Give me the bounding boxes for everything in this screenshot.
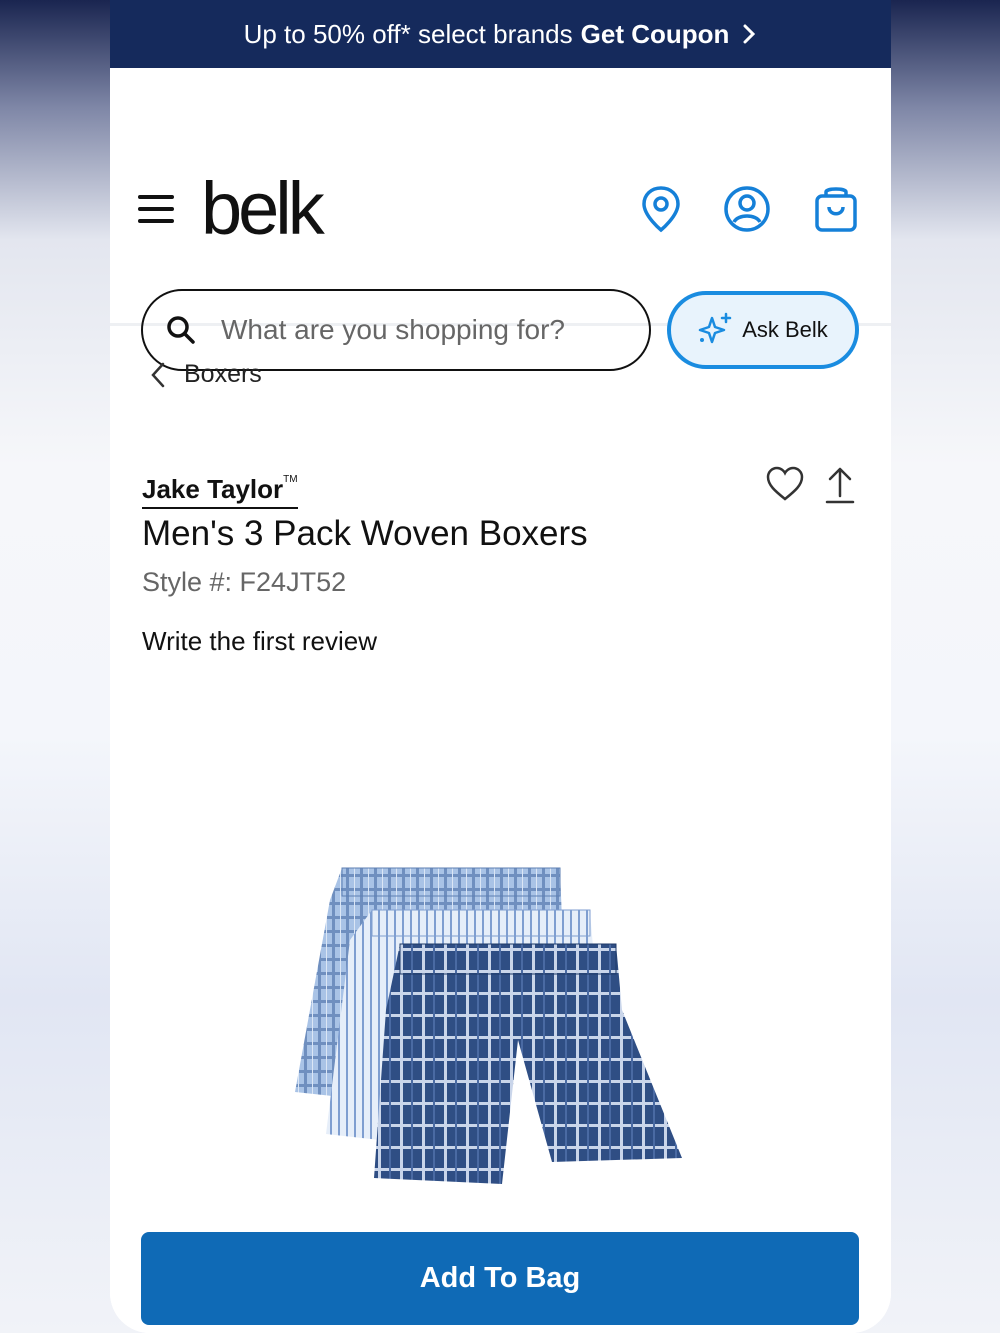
search-input[interactable] [221, 314, 621, 346]
menu-icon[interactable] [138, 195, 174, 225]
product-title: Men's 3 Pack Woven Boxers [142, 514, 588, 553]
promo-banner[interactable]: Up to 50% off* select brands Get Coupon [110, 0, 891, 68]
belk-logo[interactable]: belk [201, 172, 325, 246]
style-number: Style #: F24JT52 [142, 567, 347, 597]
search-bar[interactable] [141, 289, 651, 371]
location-pin-icon[interactable] [637, 184, 685, 234]
product-image[interactable] [290, 860, 690, 1200]
add-to-bag-button[interactable]: Add To Bag [141, 1232, 859, 1325]
promo-text: Up to 50% off* select brands [243, 18, 573, 49]
chevron-right-icon [743, 24, 756, 44]
sticky-footer: Add To Bag [110, 1208, 891, 1333]
chevron-left-icon [151, 362, 165, 387]
breadcrumb-label: Boxers [184, 360, 262, 388]
write-review-link[interactable]: Write the first review [142, 626, 377, 657]
ask-belk-button[interactable]: Ask Belk [667, 291, 859, 369]
trademark-mark: TM [283, 474, 298, 485]
app-frame: Up to 50% off* select brands Get Coupon … [110, 0, 891, 1333]
account-icon[interactable] [723, 184, 771, 234]
heart-icon[interactable] [766, 466, 804, 502]
brand-link[interactable]: Jake TaylorTM [142, 474, 298, 509]
sparkle-icon [698, 312, 732, 344]
shopping-bag-icon[interactable] [812, 184, 860, 234]
breadcrumb[interactable]: Boxers [150, 360, 262, 389]
share-icon[interactable] [824, 466, 856, 504]
search-icon [167, 316, 195, 344]
ask-belk-label: Ask Belk [742, 317, 828, 342]
brand-name: Jake Taylor [142, 474, 284, 504]
get-coupon-link[interactable]: Get Coupon [581, 19, 730, 50]
site-header: belk Ask B [110, 68, 891, 371]
